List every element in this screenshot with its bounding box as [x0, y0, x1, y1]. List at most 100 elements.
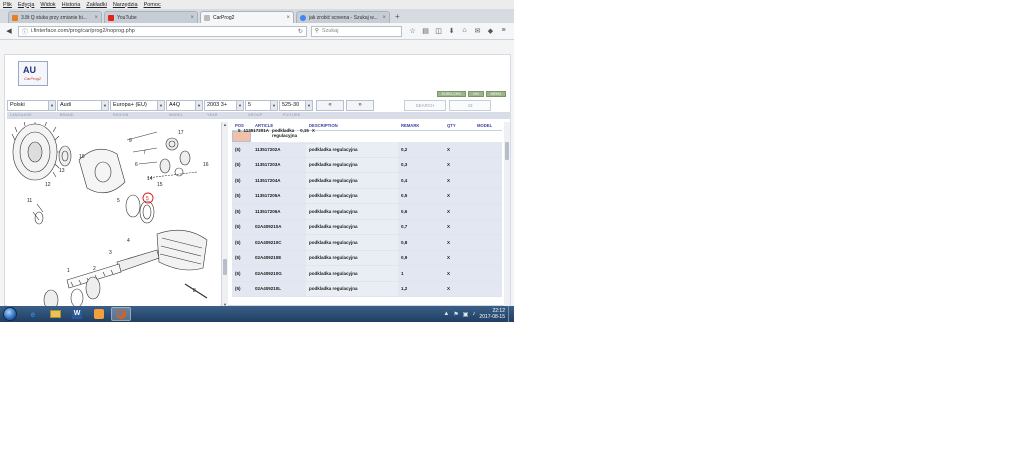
callout-label[interactable]: 17: [178, 130, 184, 136]
internet-explorer-icon[interactable]: e: [23, 307, 43, 321]
media-player-icon[interactable]: [89, 307, 109, 321]
search-field[interactable]: SEARCH: [404, 99, 446, 111]
callout-label[interactable]: 10: [79, 154, 85, 160]
firefox-icon[interactable]: [111, 307, 131, 321]
table-row-selected[interactable]: 5 113517201A podkladka regulacyjna 0,15 …: [232, 128, 318, 144]
table-row[interactable]: (5) 02A409210G podkladka regulacyjna 1 X: [232, 265, 502, 282]
table-scrollbar[interactable]: [504, 122, 510, 307]
new-tab-icon[interactable]: +: [395, 12, 400, 21]
callout-label[interactable]: 15: [157, 182, 163, 188]
tab-youtube[interactable]: YouTube ×: [104, 11, 198, 23]
callout-label[interactable]: 9: [129, 138, 132, 144]
chat-icon[interactable]: ✉: [471, 27, 484, 35]
menu-history[interactable]: Historia: [62, 2, 81, 8]
reading-list-icon[interactable]: ▤: [419, 27, 432, 35]
file-explorer-icon[interactable]: [45, 307, 65, 321]
table-row[interactable]: (5) 113517206A podkladka regulacyjna 0,6…: [232, 203, 502, 220]
table-row[interactable]: (5) 113517205A podkladka regulacyjna 0,5…: [232, 188, 502, 204]
cell-article: 113517205A: [252, 188, 306, 204]
reload-icon[interactable]: ↻: [298, 28, 303, 35]
close-icon[interactable]: ×: [190, 15, 194, 21]
next-picture-button[interactable]: »: [346, 99, 374, 111]
mode-button-vin[interactable]: VIN: [467, 91, 484, 97]
callout-label[interactable]: 13: [59, 168, 65, 174]
callout-label[interactable]: 8: [193, 288, 196, 294]
home-icon[interactable]: ⌂: [458, 27, 471, 35]
pocket-icon[interactable]: ◫: [432, 27, 445, 35]
info-icon[interactable]: ⓘ: [22, 27, 28, 36]
menu-tools[interactable]: Narzędzia: [113, 2, 138, 8]
callout-label[interactable]: 1: [67, 268, 70, 274]
callout-label[interactable]: 4: [127, 238, 130, 244]
menu-file[interactable]: Plik: [3, 2, 12, 8]
word-icon[interactable]: W: [67, 307, 87, 321]
brand-select[interactable]: Audi ▼: [57, 99, 109, 111]
download-icon[interactable]: ⬇: [445, 27, 458, 35]
callout-highlight[interactable]: 5: [146, 196, 149, 202]
language-select[interactable]: Polski ▼: [7, 99, 56, 111]
tab-carprog2[interactable]: CarProg2 ×: [200, 11, 294, 23]
clock[interactable]: 22:12 2017-08-15: [479, 308, 505, 320]
model-select[interactable]: A4Q ▼: [166, 99, 203, 111]
network-icon[interactable]: ▣: [463, 311, 469, 318]
callout-label[interactable]: 16: [203, 162, 209, 168]
close-icon[interactable]: ×: [94, 15, 98, 21]
label-region: REGION: [113, 113, 129, 117]
year-select[interactable]: 2003 3+ ▼: [204, 99, 244, 111]
column-header[interactable]: MODEL: [474, 122, 502, 131]
column-header[interactable]: QTY: [444, 122, 474, 131]
table-row[interactable]: (5) 113517202A podkladka regulacyjna 0,2…: [232, 141, 502, 158]
table-row[interactable]: (5) 02A409210L podkladka regulacyjna 1,2…: [232, 281, 502, 297]
table-row[interactable]: (5) 02A409210E podkladka regulacyjna 0,9…: [232, 250, 502, 266]
mode-button-euro-chn[interactable]: EURO-CHN: [436, 91, 466, 97]
callout-label[interactable]: 3: [109, 250, 112, 256]
scrollbar-thumb[interactable]: [223, 259, 227, 275]
group-select[interactable]: 5 ▼: [245, 99, 278, 111]
callout-label[interactable]: 6: [135, 162, 138, 168]
site-logo[interactable]: AU CarProg2: [18, 61, 48, 86]
table-row[interactable]: (5) 02A409210C podkladka regulacyjna 0,8…: [232, 234, 502, 251]
table-row[interactable]: (5) 02A409210A podkladka regulacyjna 0,7…: [232, 219, 502, 235]
column-header[interactable]: DESCRIPTION: [306, 122, 398, 131]
region-select[interactable]: Europa+ (EU) ▼: [110, 99, 165, 111]
word-glyph-icon: W: [72, 309, 82, 319]
menu-edit[interactable]: Edycja: [18, 2, 35, 8]
callout-label[interactable]: 7: [143, 150, 146, 156]
bookmark-star-icon[interactable]: ☆: [406, 27, 419, 35]
search-input[interactable]: ⚲ Szukaj: [310, 25, 402, 37]
picture-select[interactable]: 525-30 ▼: [279, 99, 313, 111]
callout-label[interactable]: 14: [147, 176, 153, 182]
flag-icon[interactable]: ⚑: [453, 311, 458, 318]
scroll-up-icon[interactable]: ▲: [222, 122, 228, 127]
url-bar[interactable]: ⓘ i.finterface.com/prog/car/prog2/noprog…: [17, 25, 307, 37]
callout-label[interactable]: 2: [93, 266, 96, 272]
callout-label[interactable]: 12: [45, 182, 51, 188]
parts-diagram[interactable]: 5 9 7 6 14 15 17 5 16 10 13 12 11 4 3 2 …: [7, 122, 220, 307]
tab-forum[interactable]: 3.8t Q stuka przy zmianie bi... ×: [8, 11, 102, 23]
cell-description: podkladka regulacyjna: [306, 203, 398, 220]
scrollbar-thumb[interactable]: [505, 142, 509, 160]
table-row[interactable]: (5) 113517203A podkladka regulacyjna 0,3…: [232, 157, 502, 173]
table-row[interactable]: (5) 113517204A podkladka regulacyjna 0,4…: [232, 172, 502, 189]
menu-bookmarks[interactable]: Zakładki: [86, 2, 106, 8]
menu-view[interactable]: Widok: [40, 2, 55, 8]
tab-search[interactable]: jak zrobić screena - Szukaj w... ×: [296, 11, 390, 23]
volume-icon[interactable]: ♪: [472, 311, 475, 317]
cell-remark: 0,4: [398, 172, 444, 189]
back-icon[interactable]: ◀: [4, 26, 14, 36]
callout-label[interactable]: 5: [117, 198, 120, 204]
menu-icon[interactable]: ≡: [497, 27, 510, 35]
callout-label[interactable]: 11: [27, 198, 32, 204]
column-header[interactable]: REMARK: [398, 122, 444, 131]
start-button[interactable]: [3, 307, 17, 321]
previous-picture-button[interactable]: «: [316, 99, 344, 111]
menu-help[interactable]: Pomoc: [144, 2, 161, 8]
extension-icon[interactable]: ◆: [484, 27, 497, 35]
mode-button-menu[interactable]: MENU: [485, 91, 506, 97]
close-icon[interactable]: ×: [382, 15, 386, 21]
show-desktop-button[interactable]: [508, 306, 512, 322]
diagram-scrollbar[interactable]: ▲ ▼: [221, 122, 228, 307]
close-icon[interactable]: ×: [286, 15, 290, 21]
tray-arrow-icon[interactable]: ▲: [443, 311, 449, 317]
label-year: YEAR: [207, 113, 218, 117]
